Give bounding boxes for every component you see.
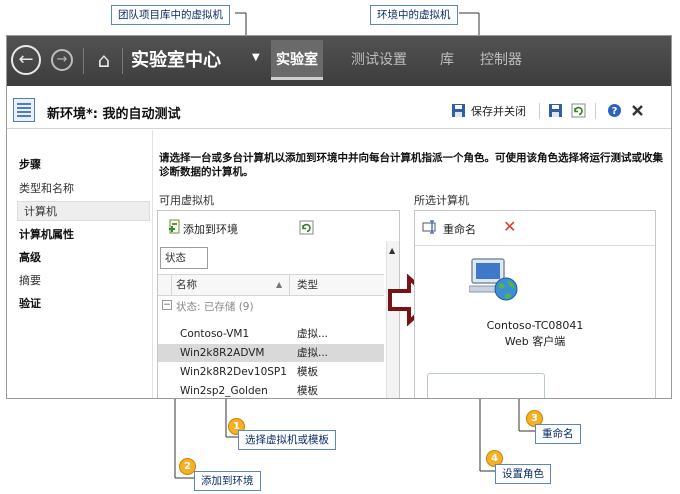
close-icon[interactable]	[630, 103, 645, 118]
vm-name: Win2k8R2Dev10SP1	[180, 366, 287, 378]
steps-sidebar: 步骤 类型和名称 计算机 计算机属性 高级 摘要 验证	[7, 130, 152, 398]
selected-machine-role[interactable]: Web 客户端	[415, 333, 655, 349]
delete-icon[interactable]: ✕	[503, 217, 516, 236]
hub-dropdown-icon[interactable]: ▼	[252, 52, 260, 63]
selected-machine-name[interactable]: Contoso-TC08041	[415, 319, 655, 332]
toolbar-separator	[539, 103, 540, 119]
machine-properties-box	[427, 373, 545, 398]
vm-type: 虚拟...	[297, 347, 329, 359]
callout-environment-vms: 环境中的虚拟机	[370, 5, 458, 25]
callout-set-role: 设置角色	[495, 464, 551, 484]
lab-center-window: ← → ⌂ 实验室中心 ▼ 实验室 测试设置 库 控制器 新环境*: 我的自动测…	[6, 35, 672, 399]
group-by-box[interactable]: 状态	[160, 247, 208, 269]
callout-add-to-environment: 添加到环境	[194, 471, 261, 491]
vm-row-selected[interactable]: Win2k8R2ADVM 虚拟...	[158, 344, 384, 362]
group-row-stored: 状态: 已存储 (9)	[176, 301, 254, 313]
save-and-close-button[interactable]: 保存并关闭	[471, 103, 526, 119]
home-icon[interactable]: ⌂	[92, 48, 116, 72]
computer-globe-icon	[469, 258, 518, 301]
nav-separator	[122, 48, 123, 74]
refresh-icon[interactable]	[571, 103, 586, 118]
available-vms-label: 可用虚拟机	[159, 194, 214, 207]
tab-controllers[interactable]: 控制器	[480, 40, 522, 80]
collapse-group-icon[interactable]: −	[162, 300, 172, 310]
save-icon[interactable]	[548, 103, 563, 118]
rename-button[interactable]: 重命名	[443, 221, 476, 237]
page-title: 新环境*: 我的自动测试	[47, 107, 181, 122]
document-title-bar: 新环境*: 我的自动测试 保存并关闭 ?	[7, 93, 671, 129]
add-to-environment-icon	[168, 219, 181, 237]
refresh-list-icon[interactable]	[299, 220, 314, 238]
step-summary[interactable]: 摘要	[19, 271, 41, 291]
step-verification[interactable]: 验证	[19, 294, 41, 314]
step-advanced[interactable]: 高级	[19, 248, 41, 268]
selected-machines-label: 所选计算机	[414, 194, 469, 207]
tab-library[interactable]: 库	[440, 40, 454, 80]
environment-icon	[13, 98, 35, 122]
toolbar-separator	[595, 103, 596, 119]
hub-title: 实验室中心	[131, 50, 221, 71]
vm-name: Win2k8R2ADVM	[180, 347, 265, 359]
step-type-and-name[interactable]: 类型和名称	[19, 179, 74, 199]
instructions-text: 请选择一台或多台计算机以添加到环境中并向每台计算机指派一个角色。可使用该角色选择…	[159, 152, 663, 178]
vm-row[interactable]: Win2sp2_Golden 模板	[158, 382, 384, 398]
step-machines[interactable]: 计算机	[17, 201, 150, 221]
back-icon[interactable]: ←	[11, 45, 41, 75]
sort-ascending-icon: ▲	[276, 280, 283, 289]
column-name-header[interactable]: 名称	[176, 275, 197, 295]
vm-type: 模板	[297, 385, 318, 397]
forward-icon[interactable]: →	[51, 49, 73, 71]
vm-type: 虚拟...	[297, 328, 329, 340]
vm-name: Win2sp2_Golden	[180, 385, 268, 397]
sidebar-divider	[152, 130, 153, 398]
vm-row[interactable]: Contoso-VM1 虚拟...	[158, 325, 384, 343]
steps-heading: 步骤	[19, 158, 41, 171]
tab-lab[interactable]: 实验室	[271, 40, 323, 80]
vm-row[interactable]: Win2k8R2Dev10SP1 模板	[158, 363, 384, 381]
nav-separator	[83, 48, 84, 74]
help-icon[interactable]: ?	[607, 103, 622, 118]
vm-type: 模板	[297, 366, 318, 378]
toolbar-divider	[415, 245, 655, 246]
rename-icon	[422, 220, 438, 237]
callout-select-vm-or-template: 选择虚拟机或模板	[238, 430, 336, 450]
available-vms-panel: 添加到环境 状态 名称 ▲ 类型 − 状态: 已存储 (9) Contoso-V…	[157, 210, 400, 398]
column-divider	[171, 275, 172, 295]
step-machine-properties[interactable]: 计算机属性	[19, 225, 74, 245]
scroll-up-icon[interactable]: ▲	[389, 246, 395, 255]
column-type-header[interactable]: 类型	[297, 275, 318, 295]
selected-machines-panel: 重命名 ✕ Contoso-TC08041 Web 客户端	[414, 210, 656, 398]
grid-header: 名称 ▲ 类型	[158, 274, 384, 296]
navigation-bar: ← → ⌂ 实验室中心 ▼ 实验室 测试设置 库 控制器	[7, 36, 671, 86]
callout-team-project-vms: 团队项目库中的虚拟机	[111, 5, 230, 25]
tab-test-settings[interactable]: 测试设置	[351, 40, 407, 80]
svg-text:?: ?	[612, 106, 618, 117]
add-to-environment-button[interactable]: 添加到环境	[183, 221, 238, 237]
column-divider	[289, 275, 290, 295]
callout-rename: 重命名	[535, 424, 581, 444]
save-close-icon	[451, 103, 466, 118]
vm-name: Contoso-VM1	[180, 328, 250, 340]
